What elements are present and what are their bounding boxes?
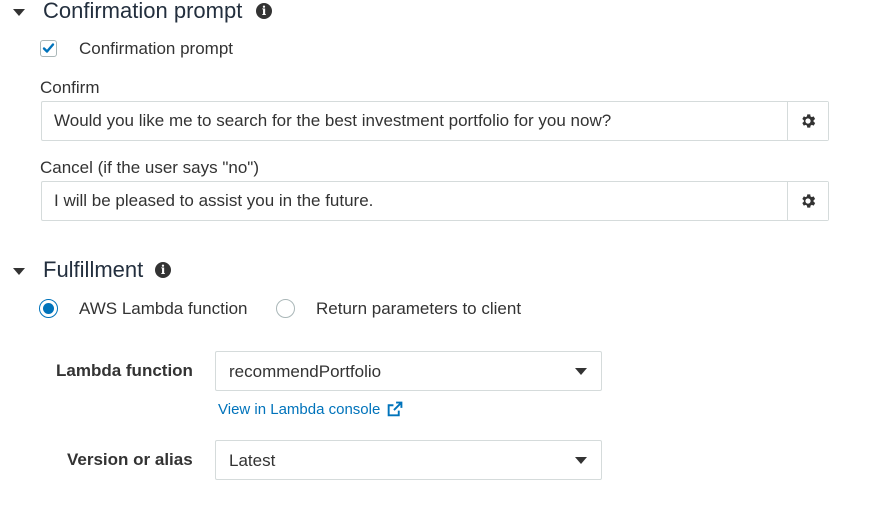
- confirm-field-label: Confirm: [40, 78, 100, 97]
- cancel-input[interactable]: [42, 182, 787, 220]
- confirmation-prompt-checkbox[interactable]: [40, 40, 57, 57]
- chevron-down-icon: [575, 457, 587, 464]
- confirmation-section-toggle-icon[interactable]: [13, 9, 25, 16]
- external-link-icon[interactable]: [386, 401, 403, 418]
- info-icon[interactable]: i: [256, 3, 272, 19]
- confirm-input[interactable]: [42, 102, 787, 140]
- return-parameters-radio[interactable]: [276, 299, 295, 318]
- version-or-alias-label: Version or alias: [67, 450, 193, 469]
- lambda-console-link-wrapper: View in Lambda console: [218, 401, 403, 418]
- checkmark-icon: [42, 43, 55, 53]
- confirmation-section-title: Confirmation prompt: [43, 0, 243, 23]
- gear-icon: [802, 194, 816, 208]
- confirm-settings-button[interactable]: [787, 102, 828, 140]
- fulfillment-section-toggle-icon[interactable]: [13, 268, 25, 275]
- return-parameters-radio-label: Return parameters to client: [316, 299, 522, 318]
- version-selected-value: Latest: [229, 451, 276, 470]
- confirmation-prompt-checkbox-label: Confirmation prompt: [79, 39, 234, 58]
- cancel-settings-button[interactable]: [787, 182, 828, 220]
- aws-lambda-function-radio-label: AWS Lambda function: [79, 299, 248, 318]
- view-in-lambda-console-link[interactable]: View in Lambda console: [218, 401, 380, 418]
- lambda-function-label: Lambda function: [56, 361, 193, 380]
- lambda-function-selected-value: recommendPortfolio: [229, 362, 382, 381]
- cancel-field-label: Cancel (if the user says "no"): [40, 158, 259, 177]
- lambda-function-select[interactable]: recommendPortfolio: [215, 351, 602, 391]
- confirm-input-group: [41, 101, 829, 141]
- version-or-alias-select[interactable]: Latest: [215, 440, 602, 480]
- gear-icon: [802, 114, 816, 128]
- chevron-down-icon: [575, 368, 587, 375]
- aws-lambda-function-radio[interactable]: [39, 299, 58, 318]
- cancel-input-group: [41, 181, 829, 221]
- fulfillment-section-title: Fulfillment: [43, 257, 144, 282]
- info-icon[interactable]: i: [155, 262, 171, 278]
